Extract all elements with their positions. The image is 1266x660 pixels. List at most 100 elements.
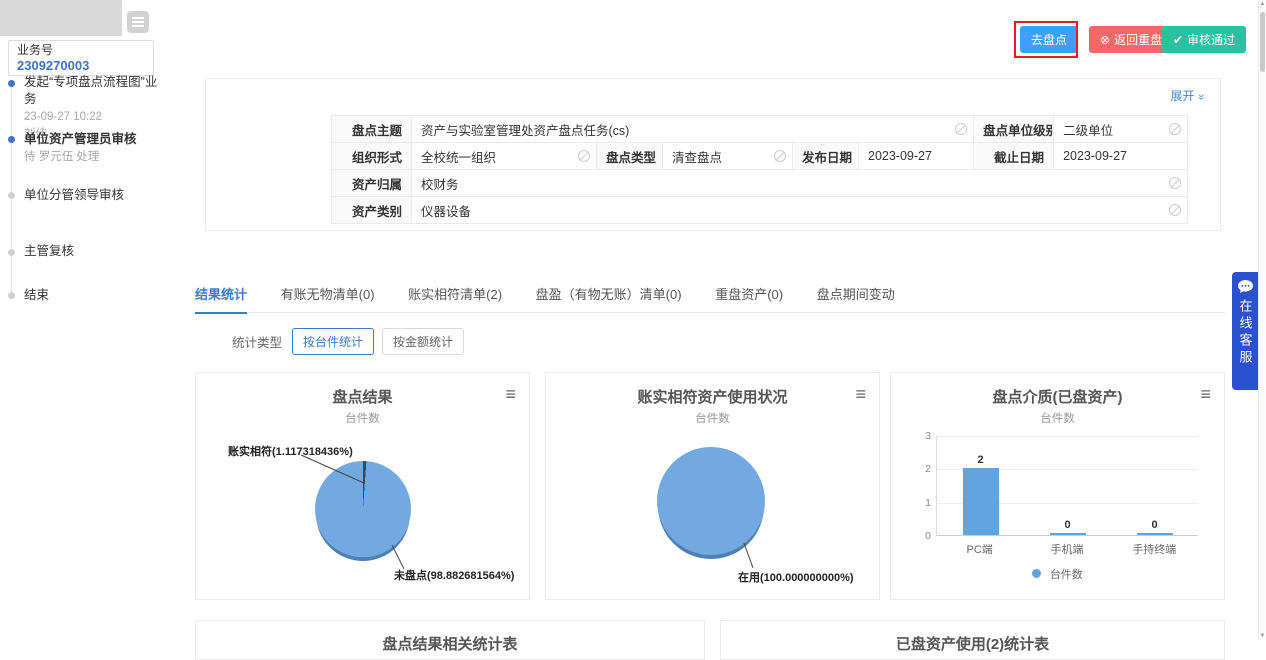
chat-bubble-icon	[1238, 280, 1253, 293]
chart-card-inventory-medium: 盘点介质(已盘资产) ≡ 台件数 3210 2 0 0 PC端 手机端 手持终端…	[890, 372, 1225, 600]
pie-slice-label-in-use: 在用(100.000000000%)	[738, 569, 854, 585]
business-number-box: 业务号 2309270003	[8, 40, 154, 76]
unit-level-value: 二级单位	[1054, 116, 1188, 143]
deadline-label: 截止日期	[974, 143, 1054, 170]
bar-value-label: 0	[1064, 519, 1070, 531]
stat-by-amount-button[interactable]: 按金额统计	[382, 328, 464, 355]
legend-dot-icon	[1032, 569, 1041, 578]
tab-result-stats[interactable]: 结果统计	[195, 284, 247, 314]
bar-category-label: PC端	[936, 541, 1023, 557]
bar-legend: 台件数	[891, 565, 1224, 582]
step-title: 主管复核	[24, 243, 166, 260]
tab-surplus-list[interactable]: 盘盈（有物无账）清单(0)	[536, 284, 682, 312]
bar-pc	[963, 468, 999, 535]
table-row: 盘点主题 资产与实验室管理处资产盘点任务(cs) 盘点单位级别 二级单位	[332, 116, 1188, 143]
tab-recount-assets[interactable]: 重盘资产(0)	[715, 284, 783, 312]
org-form-value: 全校统一组织	[412, 143, 597, 170]
asset-belong-value: 校财务	[412, 170, 1188, 197]
locked-icon	[955, 123, 967, 135]
step-title: 结束	[24, 287, 166, 304]
publish-date-value: 2023-09-27	[859, 143, 974, 170]
bar-cats: PC端 手机端 手持终端	[936, 541, 1198, 557]
chart-title: 账实相符资产使用状况	[546, 386, 879, 407]
approve-button[interactable]: ✔ 审核通过	[1162, 26, 1246, 53]
customer-service-label: 在线客服	[1236, 299, 1255, 367]
table-row: 资产归属 校财务	[332, 170, 1188, 197]
business-number-label: 业务号	[17, 43, 145, 58]
tab-period-changes[interactable]: 盘点期间变动	[817, 284, 895, 312]
go-inventory-label: 去盘点	[1031, 31, 1067, 48]
bar-y-axis: 3210	[905, 430, 931, 542]
step-time: 23-09-27 10:22	[24, 110, 166, 125]
asset-belong-label: 资产归属	[332, 170, 412, 197]
locked-icon	[1169, 204, 1181, 216]
chart-subtitle: 台件数	[546, 410, 879, 426]
bar-value-label: 0	[1151, 519, 1157, 531]
online-customer-service-widget[interactable]: 在线客服	[1232, 272, 1258, 390]
timeline-line	[11, 84, 12, 294]
bar-category-label: 手持终端	[1111, 541, 1198, 557]
bottom-card-title: 盘点结果相关统计表	[196, 633, 704, 654]
locked-icon	[1169, 123, 1181, 135]
chart-menu-icon[interactable]: ≡	[505, 385, 516, 403]
timeline-dot-step5	[8, 292, 15, 299]
chart-subtitle: 台件数	[196, 410, 529, 426]
topic-label: 盘点主题	[332, 116, 412, 143]
expand-label: 展开	[1171, 89, 1195, 103]
workflow-sidebar: 业务号 2309270003 发起“专项盘点流程图”业务 23-09-27 10…	[0, 0, 175, 640]
return-recount-label: 返回重盘	[1114, 31, 1162, 48]
return-recount-button[interactable]: ⊗ 返回重盘	[1089, 26, 1173, 53]
timeline-dot-step4	[8, 249, 15, 256]
workflow-step-supervisor-recheck: 主管复核	[24, 243, 166, 260]
tab-matched-list[interactable]: 账实相符清单(2)	[408, 284, 502, 312]
table-row: 组织形式 全校统一组织 盘点类型 清查盘点 发布日期 2023-09-27 截止…	[332, 143, 1188, 170]
bottom-card-title: 已盘资产使用(2)统计表	[721, 633, 1224, 654]
inventory-form-table: 盘点主题 资产与实验室管理处资产盘点任务(cs) 盘点单位级别 二级单位 组织形…	[331, 115, 1188, 224]
scrollbar-down-arrow[interactable]: ▼	[1259, 633, 1266, 639]
chart-card-inventory-result: 盘点结果 ≡ 台件数 账实相符(1.117318436%) 未盘点(98.882…	[195, 372, 530, 600]
bar-handheld	[1137, 533, 1173, 535]
expand-link[interactable]: 展开 »	[1171, 87, 1204, 104]
stat-by-count-button[interactable]: 按台件统计	[292, 328, 374, 355]
go-inventory-button[interactable]: 去盘点	[1020, 26, 1078, 53]
circle-x-icon: ⊗	[1100, 34, 1110, 46]
bar-mobile	[1050, 533, 1086, 535]
inventory-type-label: 盘点类型	[597, 143, 663, 170]
stat-type-row: 统计类型 按台件统计 按金额统计	[232, 328, 464, 355]
approve-label: 审核通过	[1187, 31, 1235, 48]
timeline-dot-step3	[8, 192, 15, 199]
locked-icon	[774, 150, 786, 162]
bottom-card-stats-table: 盘点结果相关统计表	[195, 620, 705, 660]
stat-type-label: 统计类型	[232, 332, 282, 351]
publish-date-label: 发布日期	[793, 143, 859, 170]
bar-value-label: 2	[977, 454, 983, 466]
pie-disc-2	[657, 447, 765, 555]
timeline-dot-step2	[8, 136, 15, 143]
bar-chart-plot: 2 0 0	[936, 436, 1198, 536]
bottom-card-counted-assets: 已盘资产使用(2)统计表	[720, 620, 1225, 660]
chart-subtitle: 台件数	[891, 410, 1224, 426]
chart-title: 盘点结果	[196, 386, 529, 407]
step-title: 单位分管领导审核	[24, 187, 166, 204]
chart-title: 盘点介质(已盘资产)	[891, 386, 1224, 407]
workflow-step-end: 结束	[24, 287, 166, 304]
step-pending: 待 罗元伍 处理	[24, 150, 166, 165]
asset-category-value: 仪器设备	[412, 197, 1188, 224]
inventory-type-value: 清查盘点	[663, 143, 793, 170]
inventory-task-panel: 展开 » 盘点主题 资产与实验室管理处资产盘点任务(cs) 盘点单位级别 二级单…	[205, 78, 1221, 231]
scrollbar-up-arrow[interactable]: ▲	[1259, 1, 1266, 7]
sidebar-collapse-button[interactable]	[127, 11, 149, 33]
workflow-step-unit-leader-review: 单位分管领导审核	[24, 187, 166, 204]
chart-menu-icon[interactable]: ≡	[1200, 385, 1211, 403]
tab-book-no-item-list[interactable]: 有账无物清单(0)	[281, 284, 375, 312]
check-icon: ✔	[1173, 34, 1183, 46]
topic-value: 资产与实验室管理处资产盘点任务(cs)	[412, 116, 974, 143]
pie-slice-label-uncounted: 未盘点(98.882681564%)	[394, 567, 514, 583]
scrollbar-thumb[interactable]	[1260, 12, 1265, 72]
chart-menu-icon[interactable]: ≡	[855, 385, 866, 403]
chevron-down-icon: »	[1195, 94, 1207, 100]
step-title: 单位资产管理员审核	[24, 131, 166, 148]
workflow-step-unit-admin-review: 单位资产管理员审核 待 罗元伍 处理	[24, 131, 166, 165]
deadline-value: 2023-09-27	[1054, 143, 1188, 170]
legend-label: 台件数	[1050, 569, 1083, 581]
